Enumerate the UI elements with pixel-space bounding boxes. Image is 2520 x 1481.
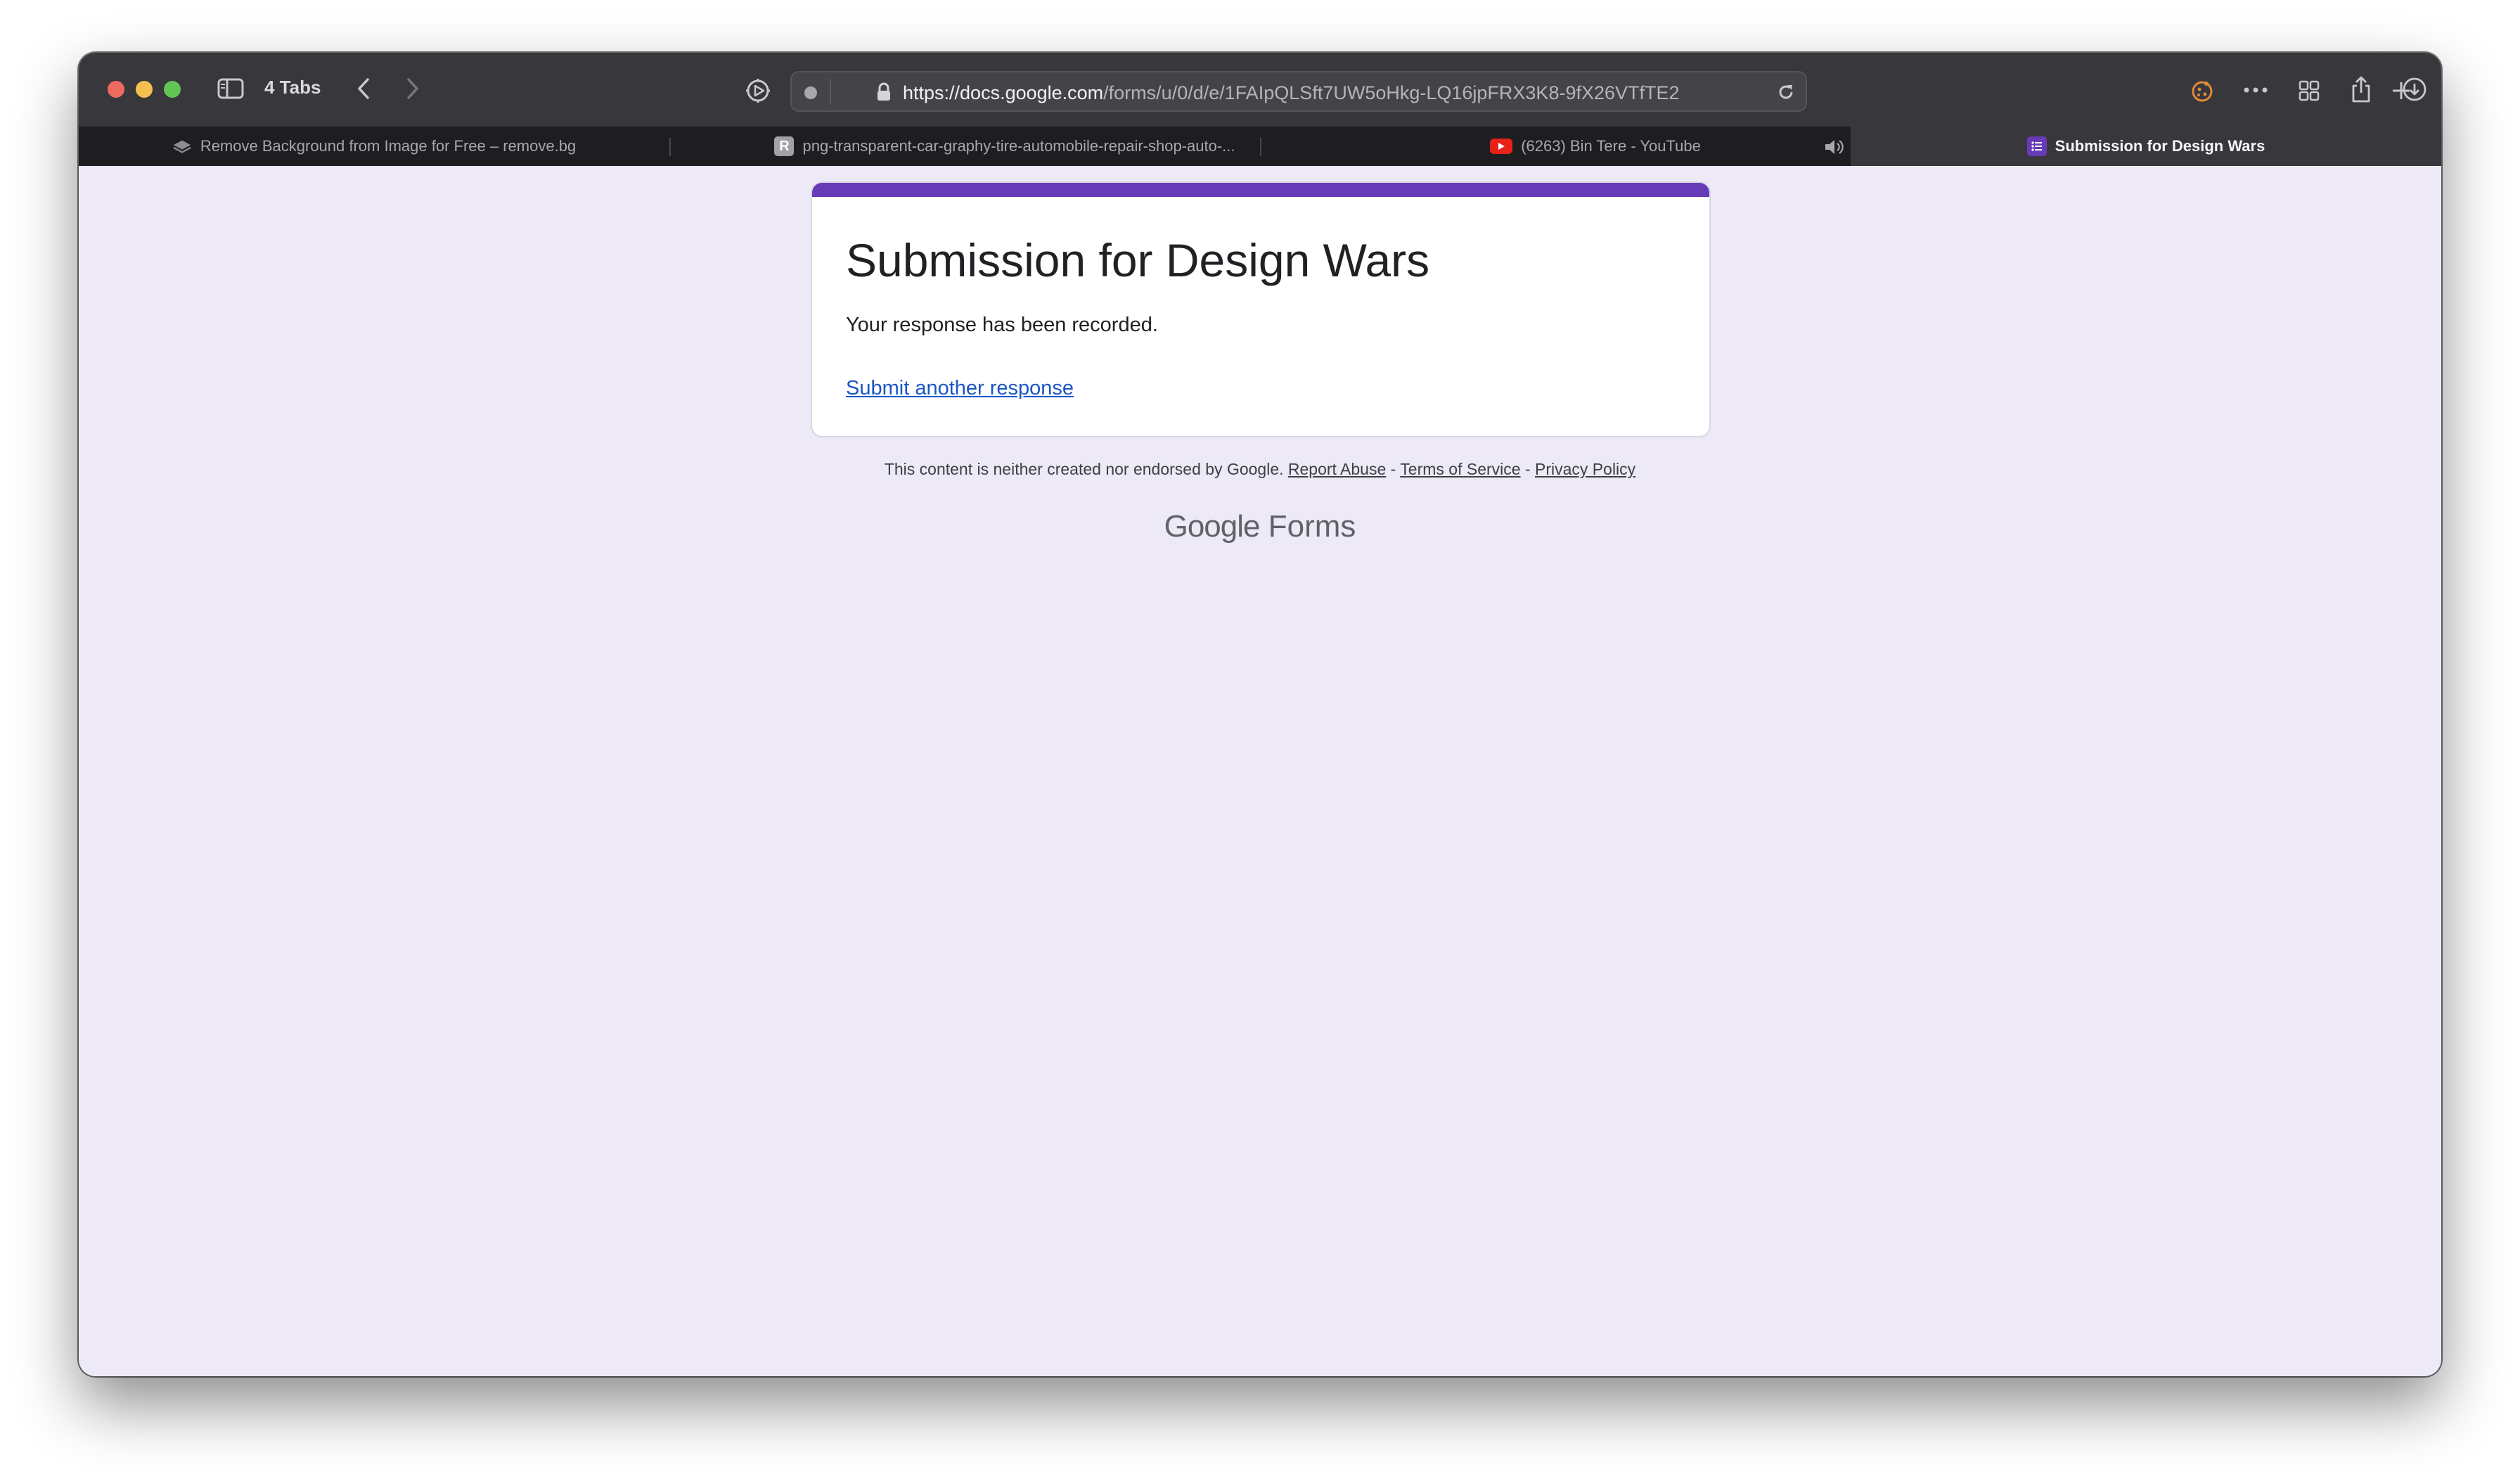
url-host: https://docs.google.com	[903, 82, 1104, 103]
disclaimer-text: This content is neither created nor endo…	[884, 460, 1284, 478]
address-separator	[830, 79, 831, 105]
address-bar[interactable]: https://docs.google.com/forms/u/0/d/e/1F…	[790, 71, 1807, 112]
lock-icon[interactable]	[876, 82, 892, 105]
new-tab-button[interactable]	[2387, 77, 2415, 105]
tab-png-transparent[interactable]: R png-transparent-car-graphy-tire-automo…	[671, 127, 1339, 166]
window-controls	[108, 81, 181, 98]
url-path: /forms/u/0/d/e/1FAIpQLSft7UW5oHkg-LQ16jp…	[1103, 82, 1680, 103]
r-letter-icon: R	[774, 136, 795, 156]
youtube-icon	[1490, 139, 1513, 154]
footer-disclaimer: This content is neither created nor endo…	[79, 460, 2441, 479]
zoom-window-button[interactable]	[164, 81, 181, 98]
minimize-window-button[interactable]	[136, 81, 153, 98]
browser-toolbar: 4 Tabs https://docs.google.com/forms/u/0…	[79, 53, 2441, 127]
forms-icon	[2026, 136, 2047, 156]
submit-another-response-link[interactable]: Submit another response	[846, 377, 1074, 400]
google-forms-logo[interactable]: Google Forms	[79, 509, 2441, 544]
tab-design-wars[interactable]: Submission for Design Wars	[1851, 127, 2441, 166]
tab-overview-icon[interactable]	[2295, 77, 2323, 105]
tab-label: Submission for Design Wars	[2055, 137, 2265, 155]
tab-remove-bg[interactable]: Remove Background from Image for Free – …	[79, 127, 669, 166]
share-icon[interactable]	[2347, 74, 2375, 105]
url-text[interactable]: https://docs.google.com/forms/u/0/d/e/1F…	[903, 82, 1747, 104]
card-accent-bar	[812, 183, 1709, 197]
close-window-button[interactable]	[108, 81, 124, 98]
reload-icon[interactable]	[1776, 82, 1796, 105]
privacy-report-icon[interactable]	[744, 77, 772, 105]
tab-label: png-transparent-car-graphy-tire-automobi…	[802, 137, 1235, 155]
page-content: Submission for Design Wars Your response…	[79, 166, 2441, 1376]
tabs-count-label[interactable]: 4 Tabs	[264, 77, 321, 98]
privacy-policy-link[interactable]: Privacy Policy	[1535, 460, 1635, 478]
forward-arrow-icon[interactable]	[402, 77, 423, 101]
cookie-extension-icon[interactable]	[2188, 77, 2216, 105]
confirmation-card: Submission for Design Wars Your response…	[811, 181, 1711, 437]
footer-separator: -	[1386, 460, 1401, 478]
form-title: Submission for Design Wars	[846, 234, 1430, 286]
more-options-icon[interactable]	[2242, 81, 2270, 99]
terms-of-service-link[interactable]: Terms of Service	[1400, 460, 1520, 478]
report-abuse-link[interactable]: Report Abuse	[1288, 460, 1386, 478]
footer-separator: -	[1520, 460, 1536, 478]
recording-dot-icon	[804, 86, 817, 99]
back-arrow-icon[interactable]	[353, 77, 374, 101]
speaker-icon[interactable]	[1822, 136, 1846, 158]
sidebar-toggle-icon[interactable]	[217, 77, 245, 101]
forms-wordmark: Forms	[1259, 509, 1356, 544]
google-wordmark: Google	[1164, 509, 1261, 544]
confirmation-message: Your response has been recorded.	[846, 314, 1158, 336]
tab-strip: Remove Background from Image for Free – …	[79, 127, 2441, 166]
browser-window: 4 Tabs https://docs.google.com/forms/u/0…	[79, 53, 2441, 1376]
tab-label: (6263) Bin Tere - YouTube	[1521, 137, 1701, 155]
tab-label: Remove Background from Image for Free – …	[200, 137, 577, 155]
layers-icon	[172, 136, 192, 156]
